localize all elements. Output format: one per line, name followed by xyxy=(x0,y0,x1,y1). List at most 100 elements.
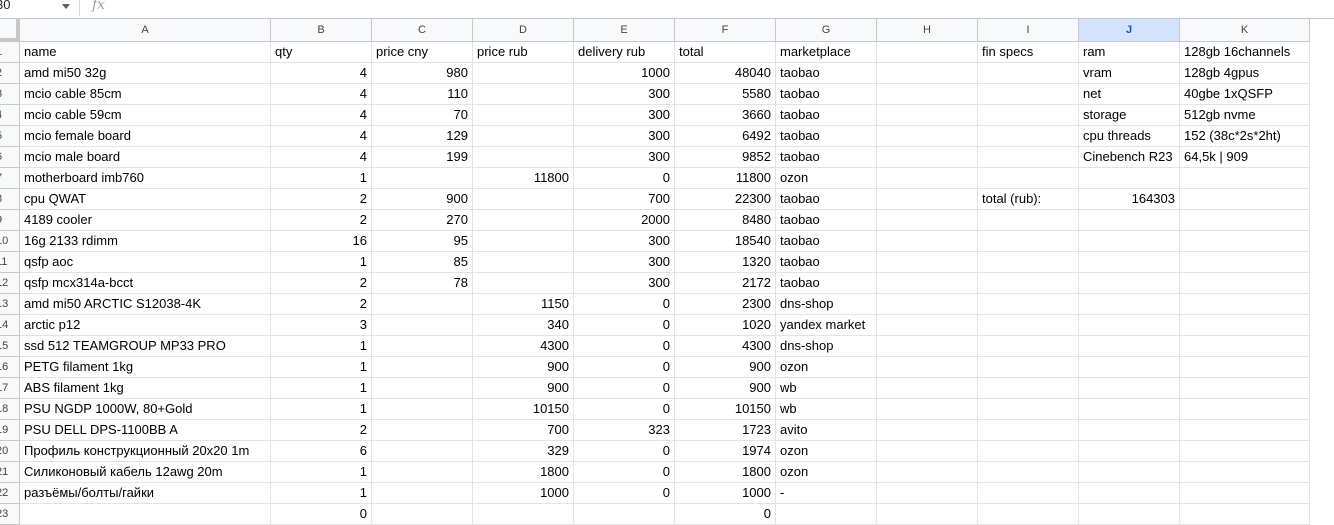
cell-g4[interactable]: taobao xyxy=(776,105,877,126)
column-header-g[interactable]: G xyxy=(776,19,877,42)
cell-i23[interactable] xyxy=(978,504,1079,525)
column-header-a[interactable]: A xyxy=(20,19,271,42)
cell-f9[interactable]: 8480 xyxy=(675,210,776,231)
cell-b11[interactable]: 1 xyxy=(271,252,372,273)
cell-d8[interactable] xyxy=(473,189,574,210)
select-all-corner[interactable] xyxy=(0,19,20,42)
cell-h12[interactable] xyxy=(877,273,978,294)
cell-a22[interactable]: разъёмы/болты/гайки xyxy=(20,483,271,504)
cell-h5[interactable] xyxy=(877,126,978,147)
cell-c19[interactable] xyxy=(372,420,473,441)
cell-i6[interactable] xyxy=(978,147,1079,168)
column-header-c[interactable]: C xyxy=(372,19,473,42)
cell-i16[interactable] xyxy=(978,357,1079,378)
cell-a1[interactable]: name xyxy=(20,42,271,63)
cell-h13[interactable] xyxy=(877,294,978,315)
cell-d18[interactable]: 10150 xyxy=(473,399,574,420)
cell-j1[interactable]: ram xyxy=(1079,42,1180,63)
cell-i17[interactable] xyxy=(978,378,1079,399)
cell-f12[interactable]: 2172 xyxy=(675,273,776,294)
cell-e22[interactable]: 0 xyxy=(574,483,675,504)
cell-g22[interactable]: - xyxy=(776,483,877,504)
row-header[interactable]: 19 xyxy=(0,420,20,441)
cell-k11[interactable] xyxy=(1180,252,1310,273)
cell-i13[interactable] xyxy=(978,294,1079,315)
cell-f3[interactable]: 5580 xyxy=(675,84,776,105)
cell-h14[interactable] xyxy=(877,315,978,336)
cell-g7[interactable]: ozon xyxy=(776,168,877,189)
cell-h9[interactable] xyxy=(877,210,978,231)
row-header[interactable]: 15 xyxy=(0,336,20,357)
cell-g14[interactable]: yandex market xyxy=(776,315,877,336)
cell-f7[interactable]: 11800 xyxy=(675,168,776,189)
cell-g16[interactable]: ozon xyxy=(776,357,877,378)
row-header[interactable]: 9 xyxy=(0,210,20,231)
cell-d13[interactable]: 1150 xyxy=(473,294,574,315)
cell-e8[interactable]: 700 xyxy=(574,189,675,210)
row-header[interactable]: 10 xyxy=(0,231,20,252)
row-header[interactable]: 5 xyxy=(0,126,20,147)
cell-e2[interactable]: 1000 xyxy=(574,63,675,84)
cell-j13[interactable] xyxy=(1079,294,1180,315)
cell-g13[interactable]: dns-shop xyxy=(776,294,877,315)
cell-d12[interactable] xyxy=(473,273,574,294)
cell-c9[interactable]: 270 xyxy=(372,210,473,231)
cell-b17[interactable]: 1 xyxy=(271,378,372,399)
cell-g19[interactable]: avito xyxy=(776,420,877,441)
cell-i15[interactable] xyxy=(978,336,1079,357)
row-header[interactable]: 21 xyxy=(0,462,20,483)
cell-k12[interactable] xyxy=(1180,273,1310,294)
cell-a3[interactable]: mcio cable 85cm xyxy=(20,84,271,105)
cell-h20[interactable] xyxy=(877,441,978,462)
cell-c22[interactable] xyxy=(372,483,473,504)
cell-i11[interactable] xyxy=(978,252,1079,273)
cell-d22[interactable]: 1000 xyxy=(473,483,574,504)
cell-c15[interactable] xyxy=(372,336,473,357)
cell-b18[interactable]: 1 xyxy=(271,399,372,420)
row-header[interactable]: 3 xyxy=(0,84,20,105)
cell-f8[interactable]: 22300 xyxy=(675,189,776,210)
cell-a12[interactable]: qsfp mcx314a-bcct xyxy=(20,273,271,294)
cell-f23[interactable]: 0 xyxy=(675,504,776,525)
cell-j9[interactable] xyxy=(1079,210,1180,231)
cell-b19[interactable]: 2 xyxy=(271,420,372,441)
cell-h7[interactable] xyxy=(877,168,978,189)
cell-c7[interactable] xyxy=(372,168,473,189)
cell-i20[interactable] xyxy=(978,441,1079,462)
cell-g23[interactable] xyxy=(776,504,877,525)
cell-b14[interactable]: 3 xyxy=(271,315,372,336)
cell-j7[interactable] xyxy=(1079,168,1180,189)
cell-e21[interactable]: 0 xyxy=(574,462,675,483)
cell-e4[interactable]: 300 xyxy=(574,105,675,126)
cell-a10[interactable]: 16g 2133 rdimm xyxy=(20,231,271,252)
cell-h11[interactable] xyxy=(877,252,978,273)
cell-e1[interactable]: delivery rub xyxy=(574,42,675,63)
cell-f15[interactable]: 4300 xyxy=(675,336,776,357)
cell-k14[interactable] xyxy=(1180,315,1310,336)
cell-b7[interactable]: 1 xyxy=(271,168,372,189)
cell-i21[interactable] xyxy=(978,462,1079,483)
row-header[interactable]: 22 xyxy=(0,483,20,504)
cell-d7[interactable]: 11800 xyxy=(473,168,574,189)
cell-f18[interactable]: 10150 xyxy=(675,399,776,420)
cell-a21[interactable]: Силиконовый кабель 12awg 20m xyxy=(20,462,271,483)
cell-i12[interactable] xyxy=(978,273,1079,294)
cell-b13[interactable]: 2 xyxy=(271,294,372,315)
cell-f20[interactable]: 1974 xyxy=(675,441,776,462)
cell-i19[interactable] xyxy=(978,420,1079,441)
cell-j6[interactable]: Cinebench R23 xyxy=(1079,147,1180,168)
cell-f19[interactable]: 1723 xyxy=(675,420,776,441)
cell-e13[interactable]: 0 xyxy=(574,294,675,315)
cell-j2[interactable]: vram xyxy=(1079,63,1180,84)
cell-j22[interactable] xyxy=(1079,483,1180,504)
cell-k7[interactable] xyxy=(1180,168,1310,189)
cell-h8[interactable] xyxy=(877,189,978,210)
cell-a13[interactable]: amd mi50 ARCTIC S12038-4K xyxy=(20,294,271,315)
cell-k1[interactable]: 128gb 16channels xyxy=(1180,42,1310,63)
cell-j18[interactable] xyxy=(1079,399,1180,420)
cell-h16[interactable] xyxy=(877,357,978,378)
cell-e20[interactable]: 0 xyxy=(574,441,675,462)
cell-e7[interactable]: 0 xyxy=(574,168,675,189)
row-header[interactable]: 20 xyxy=(0,441,20,462)
cell-c21[interactable] xyxy=(372,462,473,483)
